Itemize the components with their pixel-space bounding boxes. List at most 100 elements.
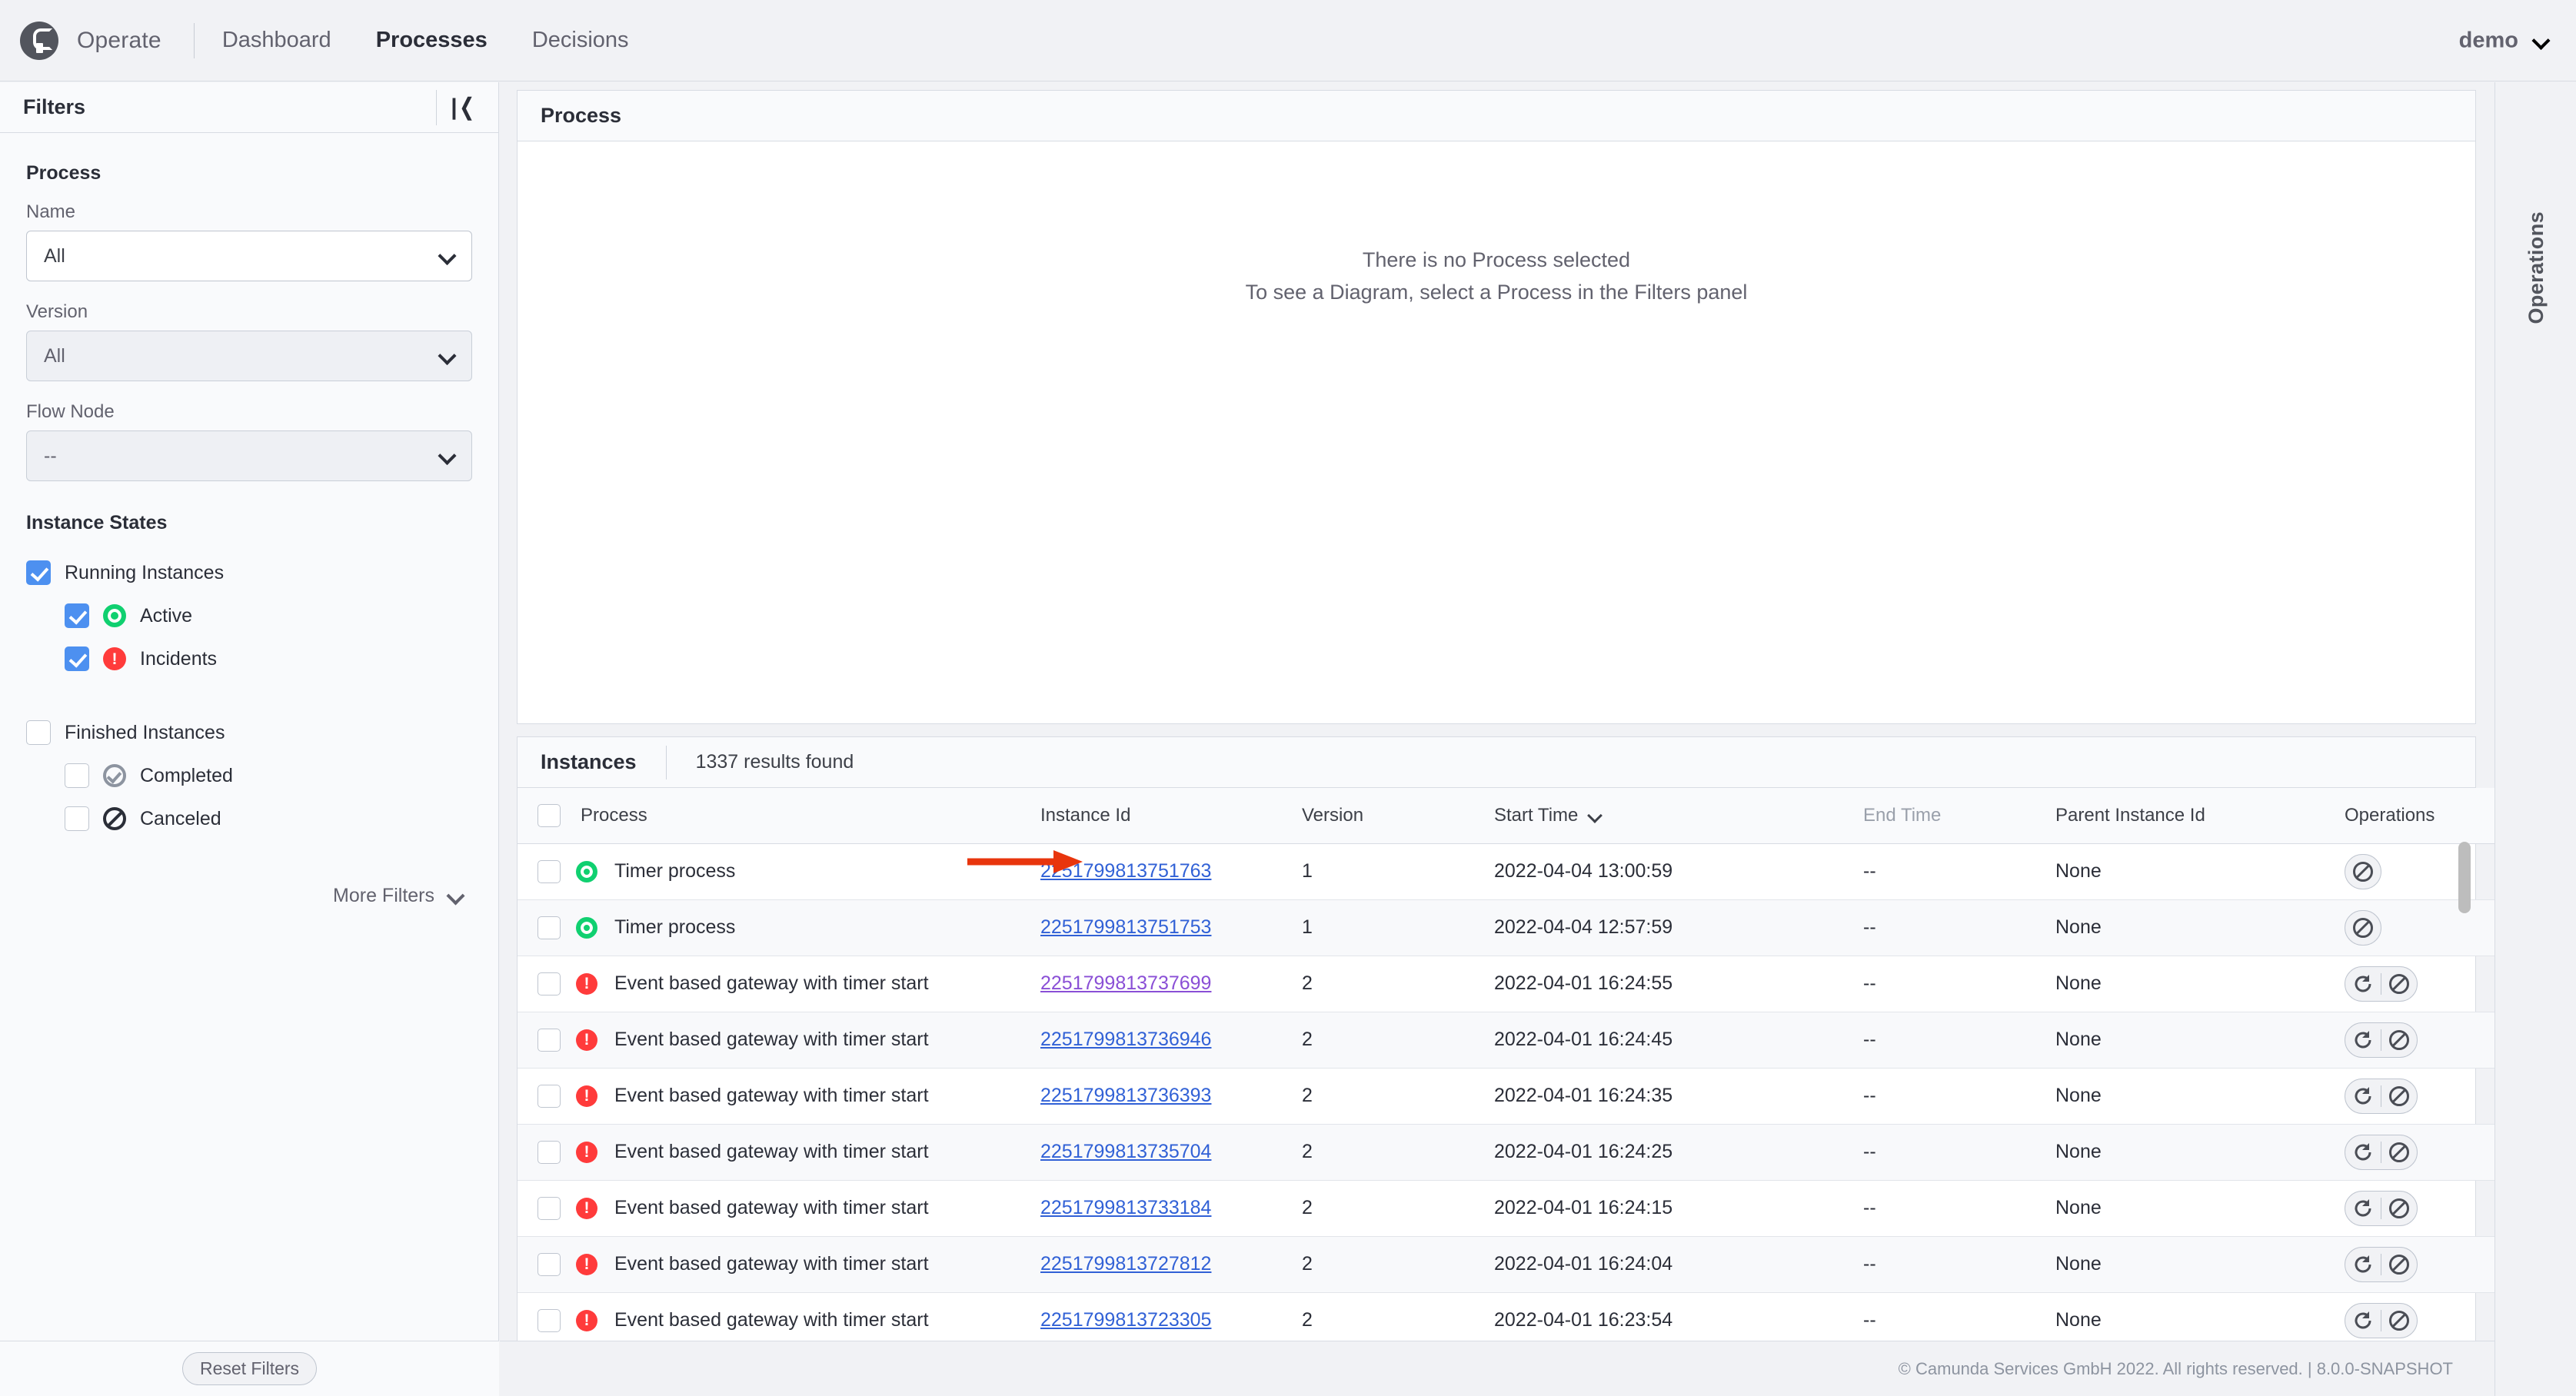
cancel-instance-button[interactable]	[2381, 1023, 2417, 1057]
diagram-empty-line-2: To see a Diagram, select a Process in th…	[1245, 280, 1748, 304]
cancel-instance-button[interactable]	[2381, 1192, 2417, 1225]
operations-button-group[interactable]	[2345, 1302, 2418, 1338]
table-row[interactable]: ! Event based gateway with timer start 225…	[518, 1012, 2515, 1069]
retry-instance-button[interactable]	[2345, 1304, 2381, 1338]
retry-instance-button[interactable]	[2345, 1079, 2381, 1113]
instance-id-link[interactable]: 2251799813736393	[1040, 1085, 1211, 1106]
retry-instance-button[interactable]	[2345, 1192, 2381, 1225]
cancel-instance-button[interactable]	[2381, 1135, 2417, 1169]
checkbox-completed[interactable]	[65, 763, 89, 788]
table-row[interactable]: ! Event based gateway with timer start 225…	[518, 956, 2515, 1012]
operations-button-group[interactable]	[2345, 1246, 2418, 1282]
operations-button-group[interactable]	[2345, 1190, 2418, 1226]
cancel-instance-button[interactable]	[2345, 855, 2381, 889]
table-scrollbar[interactable]	[2458, 842, 2471, 1349]
instance-id-link[interactable]: 2251799813736946	[1040, 1029, 1211, 1050]
instance-id-link[interactable]: 2251799813733184	[1040, 1197, 1211, 1218]
row-checkbox[interactable]	[537, 916, 561, 939]
incident-state-icon: !	[103, 647, 126, 670]
instance-states-section: Instance States Running Instances Active…	[26, 512, 472, 907]
table-row[interactable]: ! Event based gateway with timer start 225…	[518, 1236, 2515, 1293]
row-checkbox[interactable]	[537, 859, 561, 883]
cancel-instance-button[interactable]	[2345, 911, 2381, 945]
active-state-icon	[103, 604, 126, 627]
checkbox-row-canceled[interactable]: Canceled	[26, 797, 472, 840]
nav-item-processes[interactable]: Processes	[376, 28, 488, 53]
cell-process: ! Event based gateway with timer start	[518, 1236, 1040, 1293]
checkbox-canceled[interactable]	[65, 806, 89, 831]
operations-button-group[interactable]	[2345, 1078, 2418, 1114]
nav-item-dashboard[interactable]: Dashboard	[222, 28, 331, 53]
cancel-instance-button[interactable]	[2381, 967, 2417, 1001]
instance-id-link[interactable]: 2251799813737699	[1040, 972, 1211, 994]
checkbox-finished-instances[interactable]	[26, 720, 51, 745]
operations-button-group[interactable]	[2345, 853, 2381, 889]
user-menu[interactable]: demo	[2459, 28, 2548, 53]
instance-id-link[interactable]: 2251799813735704	[1040, 1141, 1211, 1162]
cancel-instance-button[interactable]	[2381, 1079, 2417, 1113]
column-header-operations: Operations	[2325, 788, 2515, 844]
column-label-operations: Operations	[2345, 804, 2435, 826]
table-body: Timer process 2251799813751763 1 2022-04-04…	[518, 843, 2515, 1349]
cell-process: ! Event based gateway with timer start	[518, 956, 1040, 1012]
retry-instance-button[interactable]	[2345, 967, 2381, 1001]
table-row[interactable]: ! Event based gateway with timer start 225…	[518, 1068, 2515, 1125]
cancel-instance-button[interactable]	[2381, 1248, 2417, 1281]
checkbox-active[interactable]	[65, 603, 89, 628]
column-header-parent-instance-id[interactable]: Parent Instance Id	[2055, 788, 2325, 844]
checkbox-row-running-instances[interactable]: Running Instances	[26, 551, 472, 594]
checkbox-row-incidents[interactable]: ! Incidents	[26, 637, 472, 680]
operations-button-group[interactable]	[2345, 1022, 2418, 1058]
column-header-end-time[interactable]: End Time	[1863, 788, 2055, 844]
instance-id-link[interactable]: 2251799813751753	[1040, 916, 1211, 938]
column-header-process[interactable]: Process	[518, 788, 1040, 844]
row-checkbox[interactable]	[537, 1252, 561, 1276]
operations-panel-tab[interactable]: Operations	[2495, 211, 2576, 324]
flow-node-select[interactable]: --	[26, 430, 472, 481]
more-filters-label: More Filters	[333, 885, 434, 906]
checkbox-row-completed[interactable]: Completed	[26, 754, 472, 797]
column-header-instance-id[interactable]: Instance Id	[1040, 788, 1302, 844]
retry-instance-button[interactable]	[2345, 1135, 2381, 1169]
retry-instance-button[interactable]	[2345, 1248, 2381, 1281]
table-scrollbar-thumb[interactable]	[2458, 842, 2471, 913]
table-row[interactable]: Timer process 2251799813751753 1 2022-04-04…	[518, 899, 2515, 956]
select-all-checkbox[interactable]	[537, 803, 561, 827]
incident-state-icon: !	[576, 972, 597, 995]
more-filters-button[interactable]: More Filters	[26, 885, 472, 907]
row-checkbox[interactable]	[537, 1028, 561, 1052]
process-name-select[interactable]: All	[26, 231, 472, 281]
instance-id-link[interactable]: 2251799813727812	[1040, 1253, 1211, 1275]
collapse-panel-icon[interactable]: |❬	[448, 91, 480, 124]
checkbox-label-running-instances: Running Instances	[65, 561, 225, 583]
operations-button-group[interactable]	[2345, 966, 2418, 1002]
row-checkbox[interactable]	[537, 1140, 561, 1164]
checkbox-incidents[interactable]	[65, 646, 89, 671]
cancel-instance-button[interactable]	[2381, 1304, 2417, 1338]
retry-instance-button[interactable]	[2345, 1023, 2381, 1057]
column-header-start-time[interactable]: Start Time	[1494, 788, 1863, 844]
table-row[interactable]: ! Event based gateway with timer start 225…	[518, 1180, 2515, 1237]
process-version-select[interactable]: All	[26, 331, 472, 381]
row-checkbox[interactable]	[537, 1196, 561, 1220]
nav-item-decisions[interactable]: Decisions	[532, 28, 629, 53]
active-state-icon	[576, 860, 597, 882]
checkbox-row-finished-instances[interactable]: Finished Instances	[26, 711, 472, 754]
reset-filters-bar: Reset Filters	[0, 1341, 499, 1396]
row-checkbox[interactable]	[537, 1308, 561, 1332]
checkbox-running-instances[interactable]	[26, 560, 51, 585]
instance-id-link[interactable]: 2251799813723305	[1040, 1309, 1211, 1331]
checkbox-row-active[interactable]: Active	[26, 594, 472, 637]
chevron-down-icon	[440, 449, 454, 464]
operations-button-group[interactable]	[2345, 909, 2381, 946]
cell-operations	[2325, 1124, 2515, 1181]
table-row[interactable]: ! Event based gateway with timer start 225…	[518, 1124, 2515, 1181]
operations-button-group[interactable]	[2345, 1134, 2418, 1170]
column-header-version[interactable]: Version	[1302, 788, 1494, 844]
row-checkbox[interactable]	[537, 972, 561, 995]
reset-filters-button[interactable]: Reset Filters	[181, 1352, 318, 1385]
cancel-icon	[2389, 1254, 2409, 1275]
row-checkbox[interactable]	[537, 1084, 561, 1108]
cancel-icon	[2389, 1142, 2409, 1162]
table-row[interactable]: Timer process 2251799813751763 1 2022-04-04…	[518, 843, 2515, 900]
